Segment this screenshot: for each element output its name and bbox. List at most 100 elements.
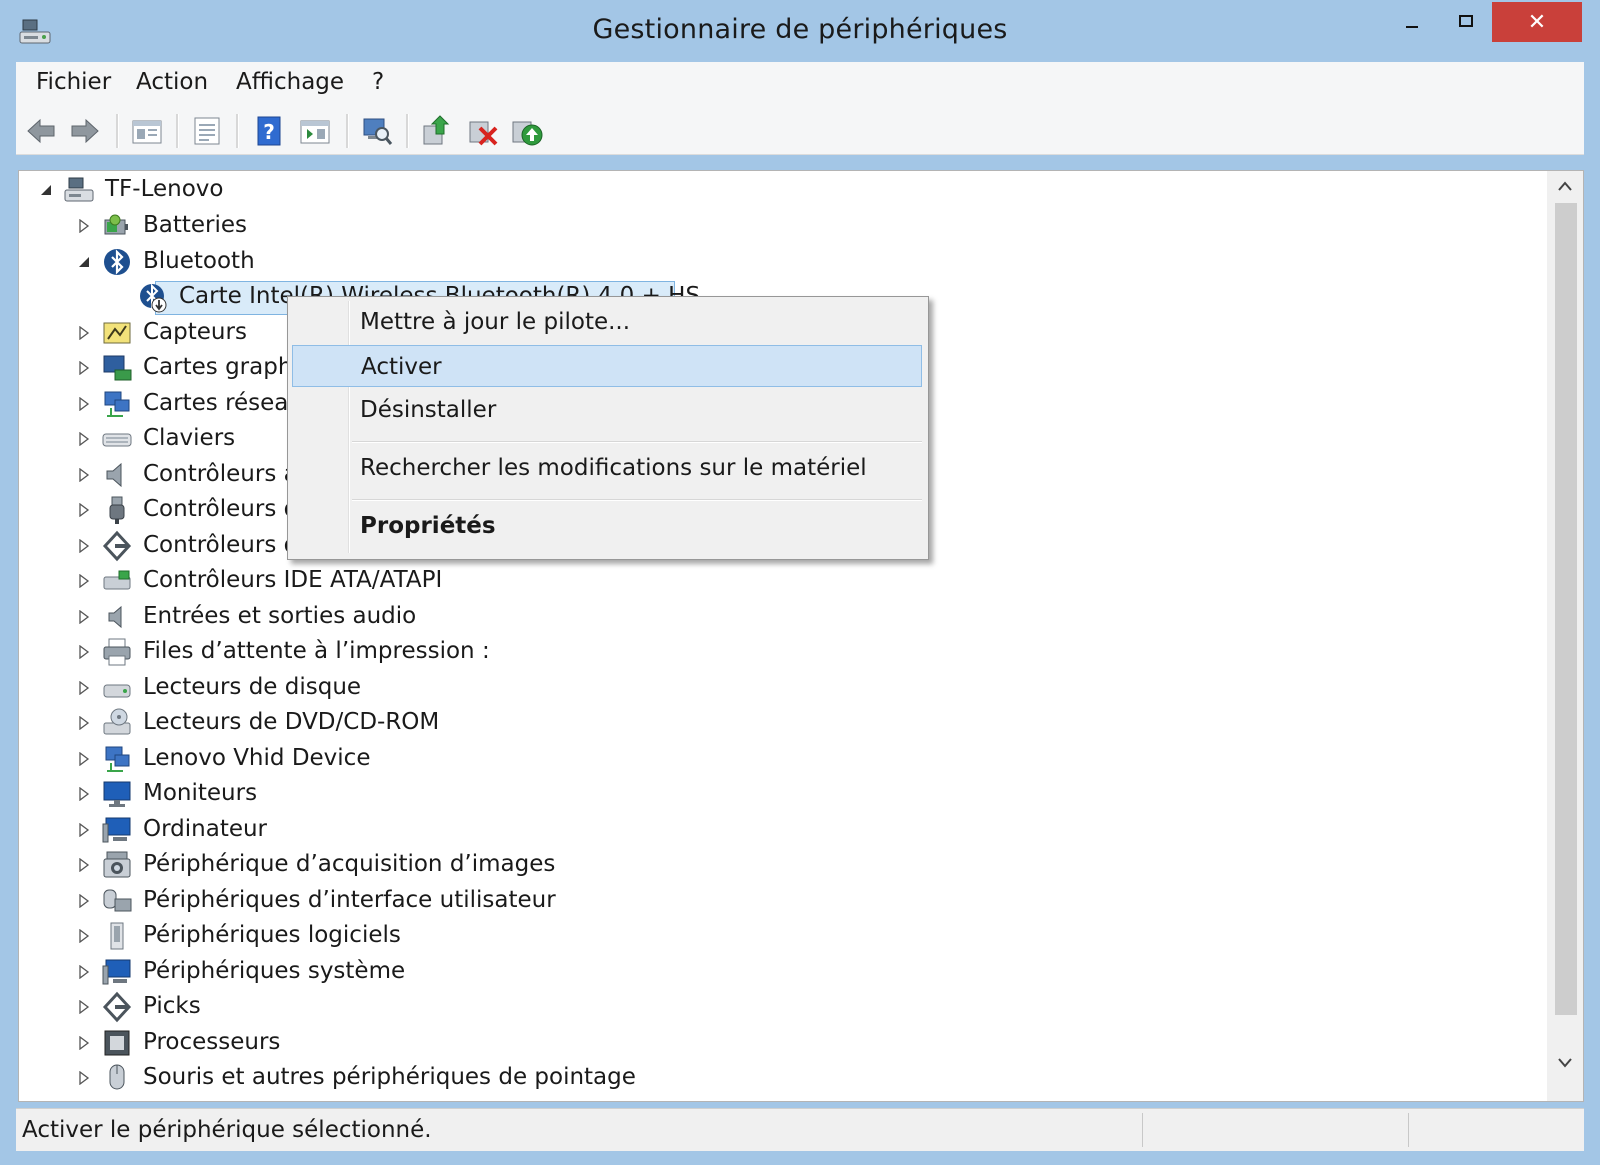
expand-arrow-icon[interactable]	[77, 609, 91, 624]
tree-item-label: Files d’attente à l’impression :	[143, 638, 490, 664]
menu-item-scan-hardware[interactable]: Rechercher les modifications sur le maté…	[292, 447, 922, 489]
back-icon[interactable]	[24, 114, 58, 148]
tree-item-label: Moniteurs	[143, 780, 258, 806]
expand-arrow-icon[interactable]	[77, 1035, 91, 1050]
mouse-icon	[109, 1064, 125, 1090]
menu-action[interactable]: Action	[136, 69, 208, 95]
device-manager-window: Gestionnaire de périphériques ✕ Fichier …	[0, 0, 1600, 1165]
help-icon[interactable]: ?	[252, 114, 286, 148]
expand-arrow-icon[interactable]	[77, 893, 91, 908]
expand-arrow-icon[interactable]	[77, 325, 91, 340]
scroll-thumb[interactable]	[1555, 203, 1577, 1015]
menu-item-enable[interactable]: Activer	[292, 345, 922, 387]
tree-item-label: Contrôleurs IDE ATA/ATAPI	[143, 567, 443, 593]
tree-root-label: TF-Lenovo	[105, 176, 224, 202]
menu-bar: Fichier Action Affichage ?	[16, 62, 1584, 104]
collapse-arrow-icon[interactable]	[77, 255, 91, 269]
tree-category-item[interactable]: Ordinateur	[19, 813, 1519, 847]
tree-category-item[interactable]: Périphériques système	[19, 955, 1519, 989]
menu-item-label: Rechercher les modifications sur le maté…	[360, 455, 867, 481]
vertical-scrollbar[interactable]	[1547, 171, 1583, 1101]
menu-item-label: Propriétés	[360, 513, 496, 539]
expand-arrow-icon[interactable]	[77, 538, 91, 553]
tree-category-item[interactable]: Bluetooth	[19, 245, 1519, 279]
expand-arrow-icon[interactable]	[77, 1000, 91, 1014]
menu-item-label: Activer	[361, 354, 442, 380]
software-device-icon	[110, 922, 124, 950]
expand-arrow-icon[interactable]	[77, 1071, 91, 1085]
maximize-button[interactable]	[1444, 2, 1488, 42]
tree-category-item[interactable]: Souris et autres périphériques de pointa…	[19, 1061, 1519, 1095]
hid-icon	[103, 889, 132, 911]
tree-category-item[interactable]: Lecteurs de DVD/CD-ROM	[19, 706, 1519, 740]
tree-category-item[interactable]: Files d’attente à l’impression :	[19, 635, 1519, 669]
menu-fichier[interactable]: Fichier	[36, 69, 111, 95]
tree-item-label: Entrées et sorties audio	[143, 602, 417, 629]
minimize-button[interactable]	[1390, 2, 1434, 42]
enable-device-icon[interactable]	[510, 114, 544, 148]
tree-category-item[interactable]: Périphérique d’acquisition d’images	[19, 848, 1519, 882]
bluetooth-icon	[104, 248, 130, 275]
expand-arrow-icon[interactable]	[77, 716, 91, 730]
scroll-up-icon[interactable]	[1547, 171, 1583, 201]
vhid-icon	[105, 746, 130, 772]
collapse-arrow-icon[interactable]	[39, 183, 53, 197]
expand-arrow-icon[interactable]	[77, 574, 91, 588]
expand-arrow-icon[interactable]	[77, 503, 91, 517]
usb-icon	[109, 496, 125, 524]
expand-arrow-icon[interactable]	[77, 822, 91, 837]
tree-category-item[interactable]: Périphériques d’interface utilisateur	[19, 884, 1519, 918]
scan-hardware-icon[interactable]	[360, 114, 394, 148]
expand-arrow-icon[interactable]	[77, 219, 91, 233]
toolbar-separator	[406, 114, 409, 148]
forward-icon[interactable]	[68, 114, 102, 148]
tree-category-item[interactable]: Entrées et sorties audio	[19, 600, 1519, 634]
uninstall-icon[interactable]	[466, 114, 500, 148]
tree-category-item[interactable]: Processeurs	[19, 1026, 1519, 1060]
audio-icon	[106, 462, 122, 487]
tree-category-item[interactable]: Périphériques logiciels	[19, 919, 1519, 953]
menu-item-properties[interactable]: Propriétés	[292, 505, 922, 547]
tree-item-label: Lenovo Vhid Device	[143, 744, 371, 771]
title-bar[interactable]: Gestionnaire de périphériques ✕	[0, 0, 1600, 62]
expand-arrow-icon[interactable]	[77, 467, 91, 482]
tree-category-item[interactable]: Moniteurs	[19, 777, 1519, 811]
scroll-down-icon[interactable]	[1547, 1047, 1583, 1077]
tree-item-label: Capteurs	[143, 318, 247, 345]
action-pane-icon[interactable]	[298, 114, 332, 148]
expand-arrow-icon[interactable]	[77, 858, 91, 872]
expand-arrow-icon[interactable]	[77, 396, 91, 411]
expand-arrow-icon[interactable]	[77, 964, 91, 979]
tree-root[interactable]: TF-Lenovo	[19, 173, 1519, 207]
close-button[interactable]: ✕	[1492, 2, 1582, 42]
tree-category-item[interactable]: Picks	[19, 990, 1519, 1024]
expand-arrow-icon[interactable]	[77, 787, 91, 801]
ide-icon	[103, 570, 131, 590]
network-adapter-icon	[104, 391, 130, 417]
tree-item-label: Processeurs	[143, 1028, 281, 1055]
expand-arrow-icon[interactable]	[77, 929, 91, 943]
show-hide-tree-icon[interactable]	[130, 114, 164, 148]
speaker-icon	[108, 605, 122, 628]
expand-arrow-icon[interactable]	[77, 432, 91, 446]
menu-affichage[interactable]: Affichage	[236, 69, 344, 95]
menu-help[interactable]: ?	[372, 69, 384, 95]
disk-drive-icon	[103, 684, 131, 697]
update-driver-icon[interactable]	[420, 114, 454, 148]
tree-category-item[interactable]: Batteries	[19, 209, 1519, 243]
expand-arrow-icon[interactable]	[77, 751, 91, 766]
tree-category-item[interactable]: Lecteurs de disque	[19, 671, 1519, 705]
tree-category-item[interactable]: Lenovo Vhid Device	[19, 742, 1519, 776]
expand-arrow-icon[interactable]	[77, 361, 91, 375]
tree-item-label: Périphériques système	[143, 957, 406, 984]
expand-arrow-icon[interactable]	[77, 680, 91, 695]
menu-item-uninstall[interactable]: Désinstaller	[292, 389, 922, 431]
expand-arrow-icon[interactable]	[77, 645, 91, 659]
tree-item-label: Claviers	[143, 425, 236, 451]
tree-item-label: Périphérique d’acquisition d’images	[143, 851, 556, 877]
tree-item-label: Lecteurs de DVD/CD-ROM	[143, 709, 440, 735]
tree-category-item[interactable]: Contrôleurs IDE ATA/ATAPI	[19, 564, 1519, 598]
properties-icon[interactable]	[190, 114, 224, 148]
menu-item-update-driver[interactable]: Mettre à jour le pilote...	[292, 301, 922, 343]
toolbar-separator	[176, 114, 179, 148]
